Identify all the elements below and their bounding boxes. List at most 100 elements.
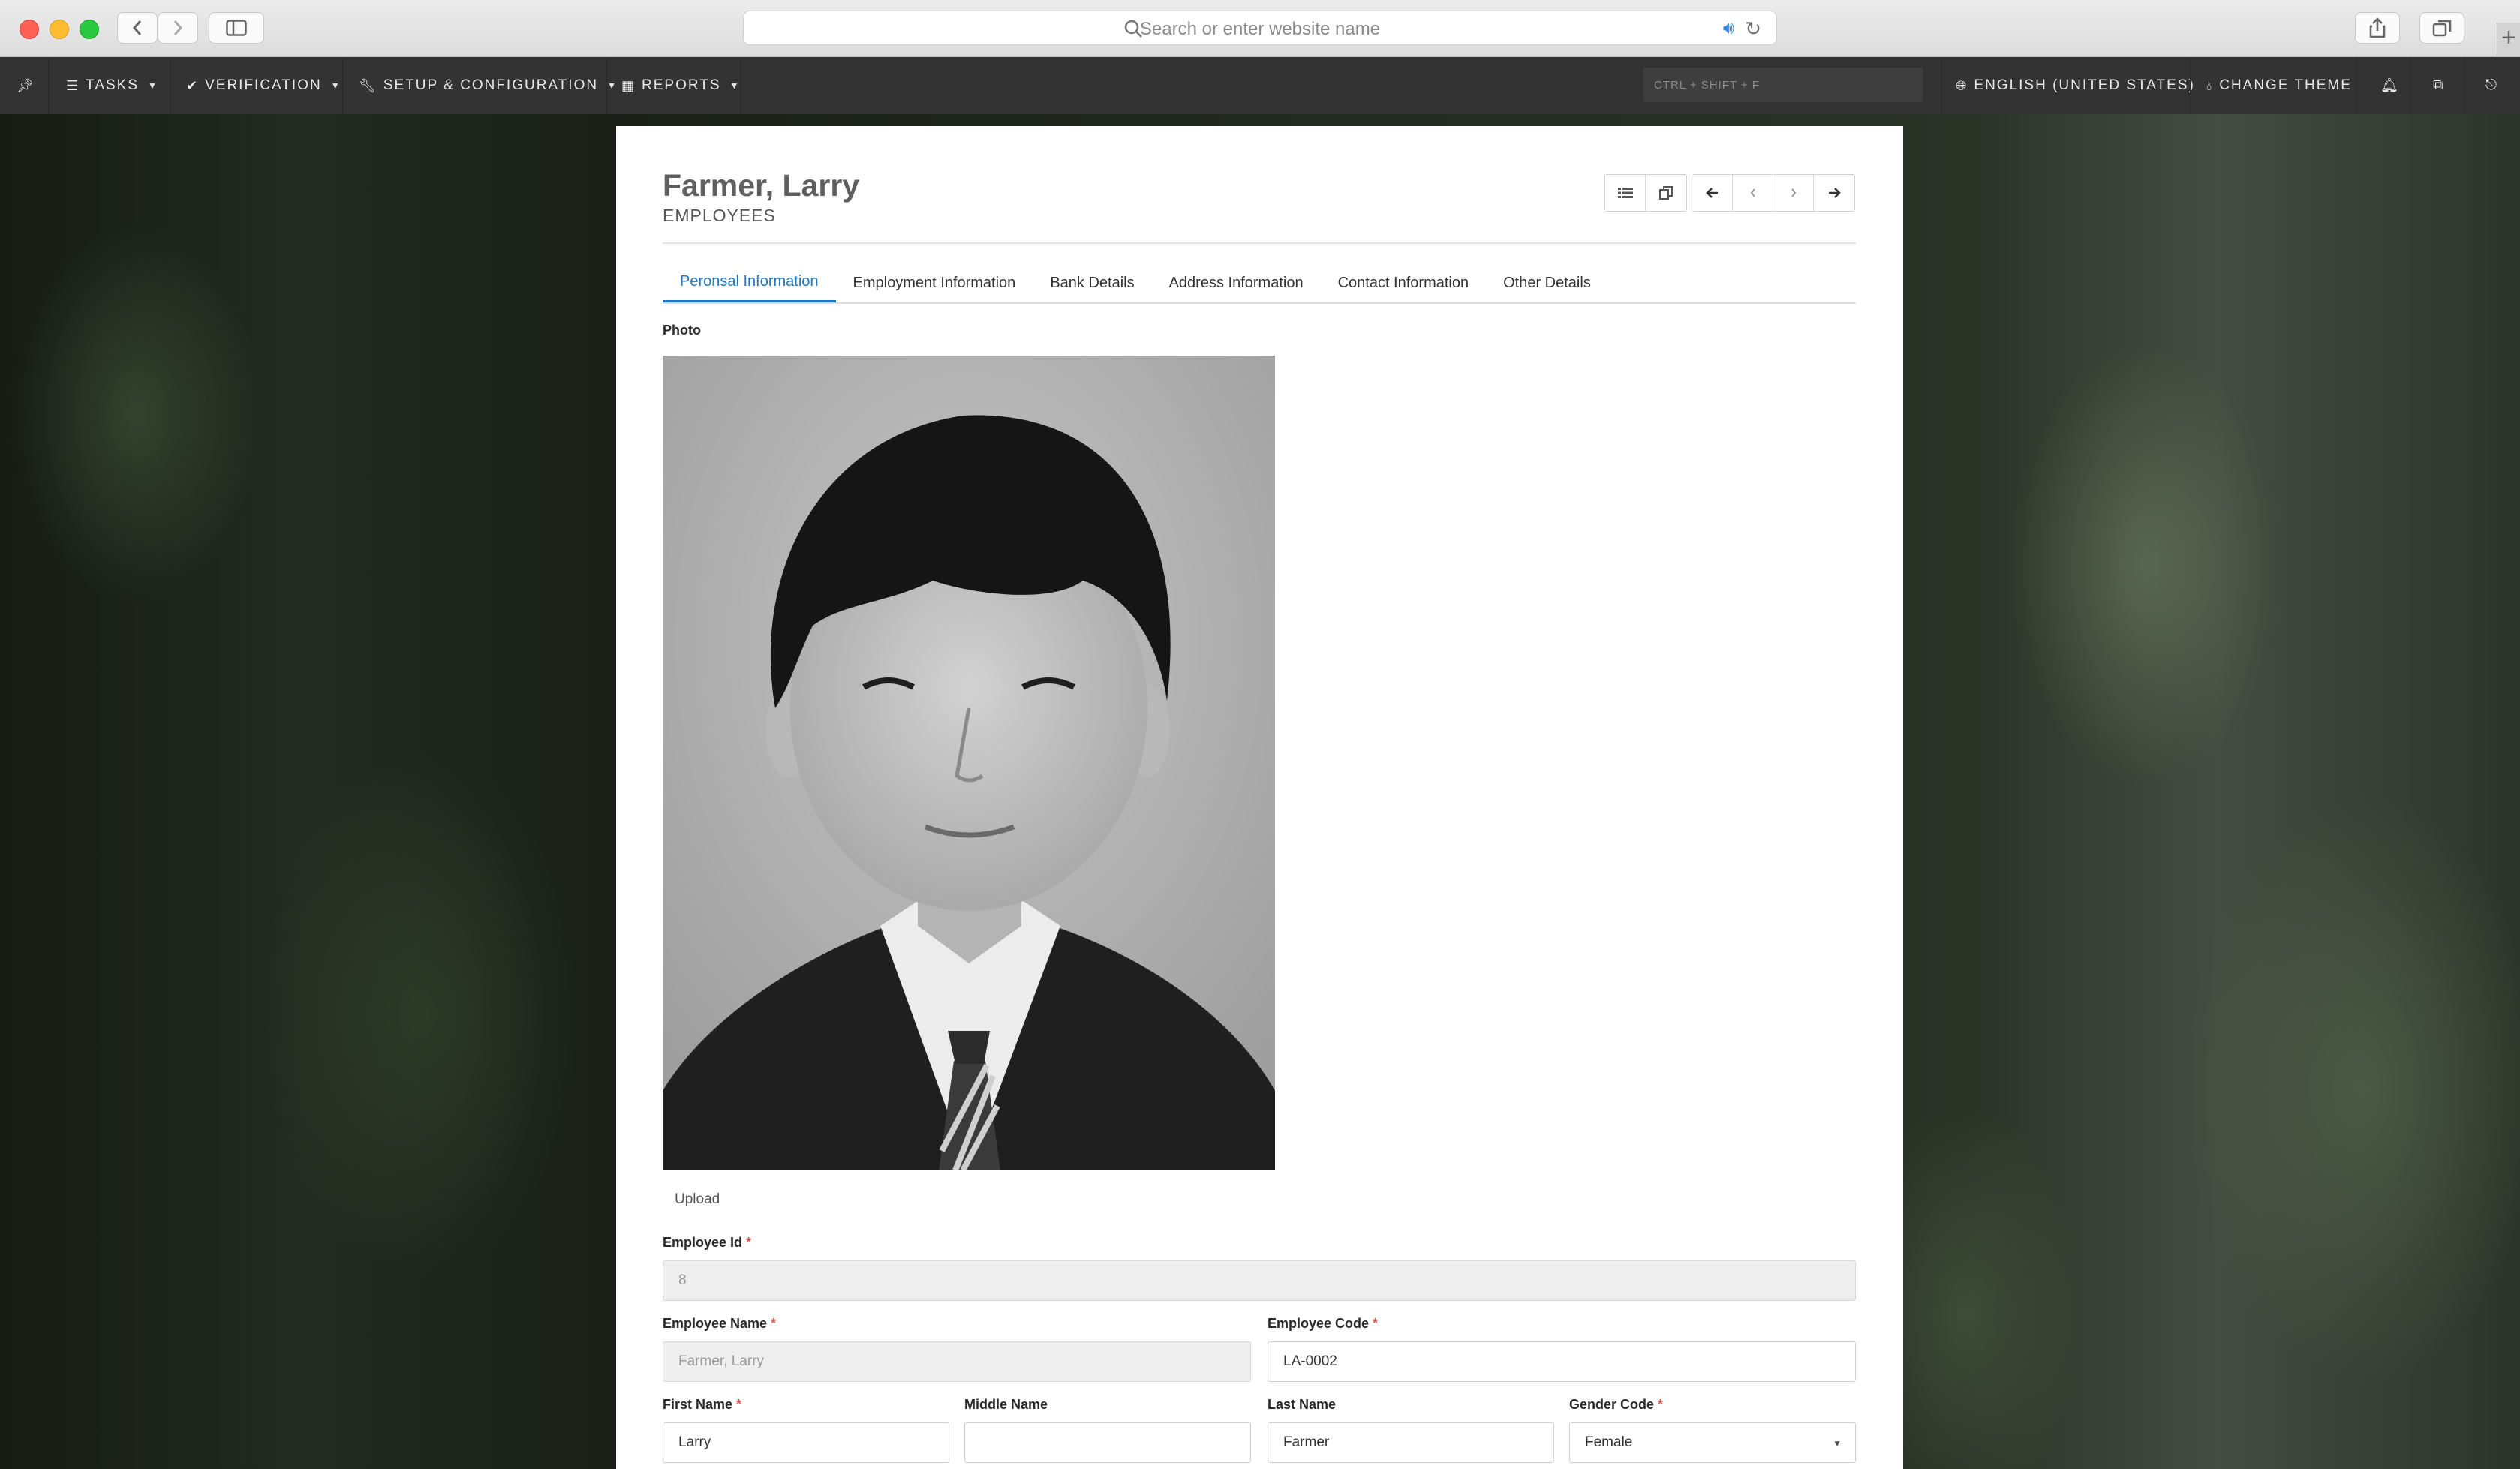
tasks-icon: ☰ <box>66 77 80 93</box>
gender-code-select[interactable]: Female ▼ <box>1569 1422 1856 1463</box>
next-record-icon <box>1791 188 1796 197</box>
employee-id-label-text: Employee Id <box>663 1235 743 1250</box>
share-button[interactable] <box>2355 12 2400 44</box>
nav-divider <box>2464 57 2465 114</box>
speaker-icon[interactable]: 🔊︎ <box>1723 18 1734 39</box>
zoom-window-button[interactable] <box>80 20 99 39</box>
open-external-button[interactable]: ⧉ <box>2421 57 2457 114</box>
last-record-button[interactable] <box>1814 175 1854 211</box>
last-name-field[interactable]: Farmer <box>1268 1422 1554 1463</box>
address-placeholder: Search or enter website name <box>1139 19 1381 39</box>
reports-menu[interactable]: ▦ REPORTS ▼ <box>609 57 752 114</box>
first-record-icon <box>1705 188 1718 198</box>
employee-form-panel: Farmer, Larry EMPLOYEES Peronsal Informa… <box>616 126 1903 1469</box>
portrait-image <box>663 356 1275 1170</box>
minimize-window-button[interactable] <box>50 20 69 39</box>
tasks-menu[interactable]: ☰ TASKS ▼ <box>54 57 170 114</box>
change-theme-button[interactable]: 💧︎ CHANGE THEME <box>2194 57 2364 114</box>
nav-divider <box>740 57 741 114</box>
forward-button[interactable] <box>158 12 198 44</box>
droplet-icon: 💧︎ <box>2206 77 2214 93</box>
first-name-field[interactable]: Larry <box>663 1422 949 1463</box>
language-selector[interactable]: 🌐︎ ENGLISH (UNITED STATES) <box>1944 57 2207 114</box>
verification-label: VERIFICATION <box>205 77 322 93</box>
first-name-label: First Name * <box>663 1397 741 1413</box>
employee-photo <box>663 356 1275 1170</box>
tabs-overview-button[interactable] <box>2419 12 2464 44</box>
sign-out-icon: ⎋ <box>2485 77 2499 93</box>
tab-bank-details[interactable]: Bank Details <box>1033 263 1151 302</box>
language-label: ENGLISH (UNITED STATES) <box>1974 77 2195 93</box>
first-record-button[interactable] <box>1692 175 1733 211</box>
next-record-button[interactable] <box>1773 175 1814 211</box>
wrench-icon: 🔧︎ <box>359 77 377 93</box>
copy-icon <box>1659 186 1673 200</box>
required-marker: * <box>746 1235 752 1250</box>
bell-icon: 🔔︎ <box>2380 78 2401 94</box>
tab-other-details[interactable]: Other Details <box>1486 263 1608 302</box>
tab-employment-information[interactable]: Employment Information <box>836 263 1033 302</box>
tab-contact-information[interactable]: Contact Information <box>1321 263 1487 302</box>
page-subtitle: EMPLOYEES <box>663 206 776 225</box>
previous-record-button[interactable] <box>1733 175 1773 211</box>
close-window-button[interactable] <box>20 20 39 39</box>
caret-down-icon: ▼ <box>1833 1438 1842 1449</box>
record-tabs: Peronsal Information Employment Informat… <box>663 263 1856 304</box>
verification-menu[interactable]: ✔ VERIFICATION ▼ <box>174 57 353 114</box>
tab-personal-information[interactable]: Peronsal Information <box>663 263 836 302</box>
previous-record-icon <box>1750 188 1755 197</box>
address-bar[interactable]: Search or enter website name 🔊︎ ↻ <box>743 11 1777 45</box>
required-marker: * <box>1373 1316 1379 1331</box>
tasks-label: TASKS <box>86 77 140 93</box>
check-circle-icon: ✔ <box>186 77 200 93</box>
chevron-right-icon <box>173 20 183 35</box>
sign-out-button[interactable]: ⎋ <box>2473 57 2510 114</box>
nav-divider <box>2190 57 2191 114</box>
back-button[interactable] <box>117 12 158 44</box>
list-icon <box>1617 188 1633 198</box>
new-tab-button[interactable]: + <box>2497 23 2520 56</box>
list-view-button[interactable] <box>1605 175 1646 211</box>
page-title: Farmer, Larry <box>663 168 860 203</box>
caret-down-icon: ▼ <box>729 80 741 91</box>
external-link-icon: ⧉ <box>2433 77 2445 93</box>
header-divider <box>663 242 1856 244</box>
setup-configuration-menu[interactable]: 🔧︎ SETUP & CONFIGURATION ▼ <box>347 57 630 114</box>
caret-down-icon: ▼ <box>330 80 341 91</box>
view-actions-group <box>1604 174 1687 212</box>
sidebar-toggle-button[interactable] <box>209 12 264 44</box>
employee-name-field[interactable]: Farmer, Larry <box>663 1341 1251 1382</box>
middle-name-field[interactable] <box>964 1422 1251 1463</box>
gender-code-value: Female <box>1585 1434 1633 1450</box>
notifications-button[interactable]: 🔔︎ <box>2368 57 2412 114</box>
search-shortcut-hint: CTRL + SHIFT + F <box>1654 78 1761 92</box>
middle-name-label: Middle Name <box>964 1397 1048 1412</box>
copy-record-button[interactable] <box>1646 175 1686 211</box>
tab-address-information[interactable]: Address Information <box>1152 263 1321 302</box>
reload-icon[interactable]: ↻ <box>1745 17 1761 41</box>
employee-code-label: Employee Code * <box>1268 1316 1378 1332</box>
caret-down-icon: ▼ <box>148 80 158 91</box>
sidebar-icon <box>226 20 247 36</box>
app-navbar: 📌︎ ☰ TASKS ▼ ✔ VERIFICATION ▼ 🔧︎ SETUP &… <box>0 57 2520 114</box>
share-icon <box>2369 17 2386 38</box>
record-navigation-group <box>1692 174 1855 212</box>
pin-menu-button[interactable]: 📌︎ <box>5 57 47 114</box>
required-marker: * <box>1658 1397 1664 1412</box>
nav-divider <box>2356 57 2357 114</box>
global-search-input[interactable]: CTRL + SHIFT + F <box>1643 68 1923 102</box>
last-name-value: Farmer <box>1283 1434 1330 1450</box>
first-name-label-text: First Name <box>663 1397 733 1412</box>
chevron-left-icon <box>132 20 142 35</box>
upload-photo-button[interactable]: Upload <box>675 1191 720 1208</box>
last-name-label: Last Name <box>1268 1397 1337 1412</box>
employee-name-value: Farmer, Larry <box>678 1353 765 1369</box>
first-name-value: Larry <box>678 1434 711 1450</box>
employee-name-label: Employee Name * <box>663 1316 776 1332</box>
employee-code-value: LA-0002 <box>1283 1353 1337 1369</box>
employee-id-field[interactable]: 8 <box>663 1260 1856 1301</box>
employee-code-field[interactable]: LA-0002 <box>1268 1341 1856 1382</box>
browser-toolbar: Search or enter website name 🔊︎ ↻ + <box>0 0 2520 57</box>
tabs-icon <box>2432 20 2452 37</box>
employee-name-label-text: Employee Name <box>663 1316 768 1331</box>
